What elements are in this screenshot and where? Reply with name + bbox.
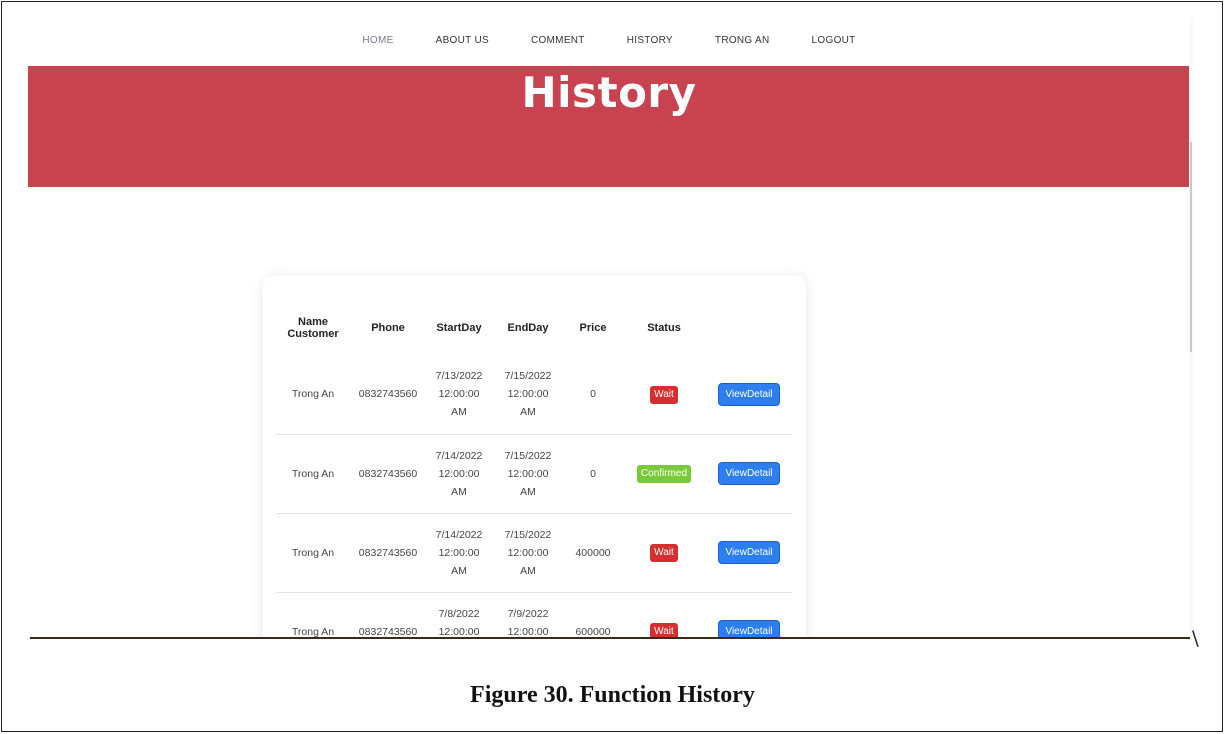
end-ampm: AM bbox=[520, 564, 536, 577]
table-row: Trong An 0832743560 7/14/2022 12:00:00 AM … bbox=[276, 512, 792, 592]
nav-user-trong-an[interactable]: TRONG AN bbox=[694, 35, 791, 46]
start-ampm: AM bbox=[451, 564, 467, 577]
cell-action: ViewDetail bbox=[706, 433, 792, 513]
cell-startday: 7/8/202212:00:00AM bbox=[426, 591, 492, 638]
cell-status: Wait bbox=[622, 512, 706, 592]
top-nav: HOME ABOUT US COMMENT HISTORY TRONG AN L… bbox=[28, 18, 1190, 66]
start-date: 7/14/2022 bbox=[435, 528, 483, 541]
view-detail-button[interactable]: ViewDetail bbox=[718, 620, 780, 638]
start-ampm: AM bbox=[451, 485, 467, 498]
page-title: History bbox=[521, 68, 697, 117]
cell-status: Wait bbox=[622, 355, 706, 434]
end-ampm: AM bbox=[520, 406, 536, 419]
cell-endday: 7/9/202212:00:00AM bbox=[492, 591, 564, 638]
cell-phone: 0832743560 bbox=[350, 512, 426, 592]
header-endday: EndDay bbox=[507, 322, 549, 334]
cell-phone: 0832743560 bbox=[350, 433, 426, 513]
end-time: 12:00:00 bbox=[507, 388, 549, 401]
table-row: Trong An 0832743560 7/8/202212:00:00AM 7… bbox=[276, 591, 792, 638]
cell-status: Confirmed bbox=[622, 433, 706, 513]
cell-phone: 0832743560 bbox=[358, 388, 418, 401]
start-ampm: AM bbox=[451, 406, 467, 419]
browser-viewport: HOME ABOUT US COMMENT HISTORY TRONG AN L… bbox=[28, 18, 1190, 638]
nav-home[interactable]: HOME bbox=[341, 35, 414, 46]
cell-startday: 7/14/2022 12:00:00 AM bbox=[426, 433, 492, 513]
end-date: 7/15/2022 bbox=[504, 449, 552, 462]
header-price: Price bbox=[579, 322, 607, 334]
end-time: 12:00:00 bbox=[507, 546, 549, 559]
start-time: 12:00:00 bbox=[438, 467, 480, 480]
cell-price: 600000 bbox=[564, 591, 622, 638]
nav-logout[interactable]: LOGOUT bbox=[791, 35, 877, 46]
end-time: 12:00:00 bbox=[507, 467, 549, 480]
end-time: 12:00:00 bbox=[507, 625, 549, 638]
nav-comment[interactable]: COMMENT bbox=[510, 35, 606, 46]
figure-caption: Figure 30. Function History bbox=[470, 682, 755, 708]
view-detail-button[interactable]: ViewDetail bbox=[718, 462, 780, 485]
view-detail-button[interactable]: ViewDetail bbox=[718, 541, 780, 564]
cell-name: Trong An bbox=[291, 388, 335, 401]
cell-price: 0 bbox=[590, 388, 596, 401]
table-row: Trong An 0832743560 7/13/2022 12:00:00 AM … bbox=[276, 355, 792, 434]
cell-startday: 7/14/2022 12:00:00 AM bbox=[426, 512, 492, 592]
cell-price: 400000 bbox=[564, 512, 622, 592]
cell-name: Trong An bbox=[276, 512, 350, 592]
header-phone: Phone bbox=[371, 322, 405, 334]
screenshot-bottom-rule bbox=[30, 637, 1190, 639]
table-row: Trong An 0832743560 7/14/2022 12:00:00 AM … bbox=[276, 433, 792, 513]
start-date: 7/8/2022 bbox=[438, 607, 480, 620]
hero-banner: History bbox=[28, 66, 1190, 187]
header-startday: StartDay bbox=[436, 322, 482, 334]
stray-backslash: \ bbox=[1192, 626, 1199, 650]
end-date: 7/15/2022 bbox=[504, 370, 552, 383]
header-name-line1: Name bbox=[298, 316, 328, 328]
history-table: Name Customer Phone StartDay EndDay Pric… bbox=[276, 301, 792, 638]
start-time: 12:00:00 bbox=[438, 388, 480, 401]
header-status: Status bbox=[647, 322, 681, 334]
status-badge: Wait bbox=[650, 544, 678, 562]
cell-action: ViewDetail bbox=[706, 591, 792, 638]
end-ampm: AM bbox=[520, 485, 536, 498]
cell-price: 0 bbox=[564, 433, 622, 513]
end-date: 7/15/2022 bbox=[504, 528, 552, 541]
cell-endday: 7/15/2022 12:00:00 AM bbox=[492, 512, 564, 592]
history-card: Name Customer Phone StartDay EndDay Pric… bbox=[263, 275, 806, 638]
cell-action: ViewDetail bbox=[706, 512, 792, 592]
cell-startday: 7/13/2022 12:00:00 AM bbox=[426, 355, 492, 434]
cell-action: ViewDetail bbox=[706, 355, 792, 434]
cell-phone: 0832743560 bbox=[350, 591, 426, 638]
cell-endday: 7/15/2022 12:00:00 AM bbox=[492, 433, 564, 513]
start-time: 12:00:00 bbox=[438, 546, 480, 559]
header-name-line2: Customer bbox=[287, 328, 339, 340]
view-detail-button[interactable]: ViewDetail bbox=[718, 382, 780, 406]
vertical-scrollbar[interactable] bbox=[1189, 18, 1194, 638]
end-date: 7/9/2022 bbox=[507, 607, 549, 620]
nav-about-us[interactable]: ABOUT US bbox=[415, 35, 510, 46]
header-name-customer: Name Customer bbox=[276, 301, 350, 355]
status-badge: Confirmed bbox=[636, 465, 692, 483]
start-time: 12:00:00 bbox=[438, 625, 480, 638]
cell-endday: 7/15/2022 12:00:00 AM bbox=[492, 355, 564, 434]
header-action bbox=[706, 301, 792, 355]
cell-status: Wait bbox=[622, 591, 706, 638]
cell-name: Trong An bbox=[276, 433, 350, 513]
nav-history[interactable]: HISTORY bbox=[606, 35, 694, 46]
start-date: 7/14/2022 bbox=[435, 449, 483, 462]
cell-name: Trong An bbox=[276, 591, 350, 638]
status-badge: Wait bbox=[650, 623, 678, 638]
scrollbar-thumb[interactable] bbox=[1190, 142, 1192, 352]
start-date: 7/13/2022 bbox=[435, 370, 483, 383]
table-header-row: Name Customer Phone StartDay EndDay Pric… bbox=[276, 301, 792, 355]
status-badge: Wait bbox=[650, 385, 678, 404]
